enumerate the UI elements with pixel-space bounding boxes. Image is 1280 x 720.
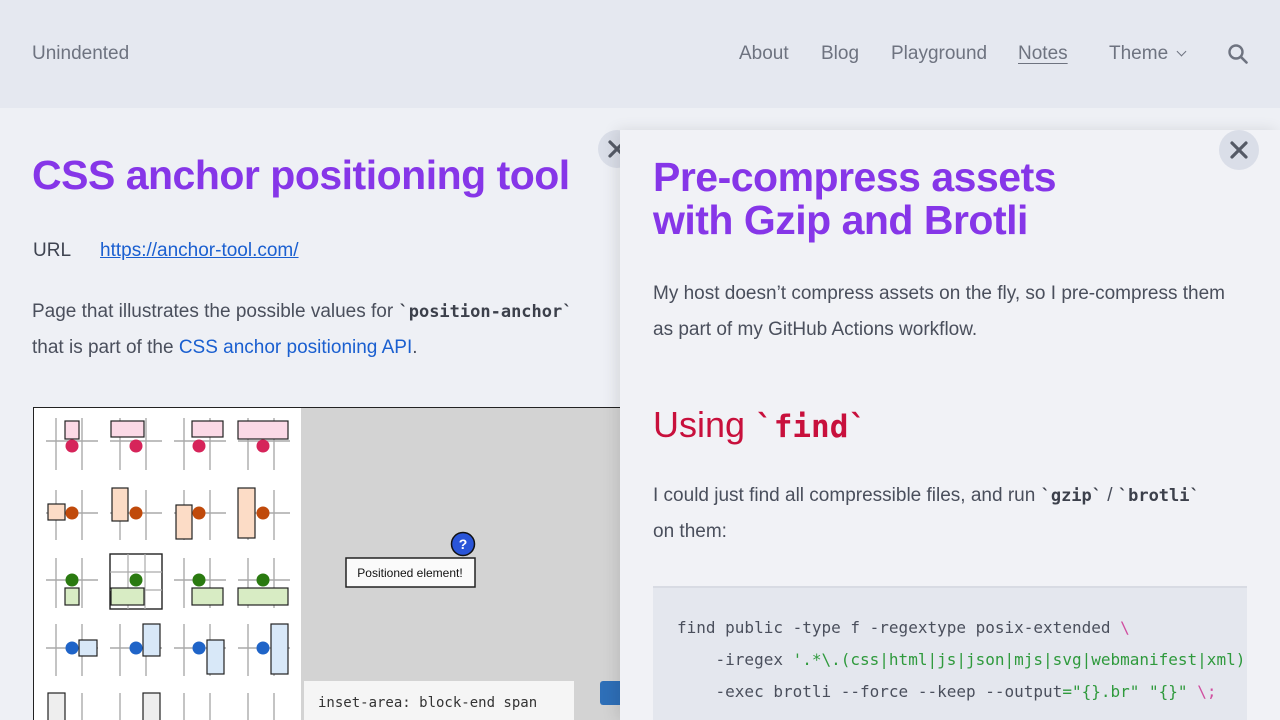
anchor-marker: ?: [459, 536, 468, 552]
preview-area: Positioned element! ?: [301, 408, 632, 720]
nav-blog[interactable]: Blog: [821, 43, 859, 65]
inset-area-grid-illustration: [46, 418, 290, 720]
chevron-down-icon: [1176, 46, 1187, 57]
url-link[interactable]: https://anchor-tool.com/: [100, 240, 299, 262]
close-note-button-right[interactable]: [1219, 130, 1259, 170]
api-link[interactable]: CSS anchor positioning API: [179, 337, 412, 358]
note-title: Pre-compress assets with Gzip and Brotli: [653, 154, 1057, 243]
note-panel-precompress: Pre-compress assets with Gzip and Brotli …: [620, 130, 1280, 720]
inline-code: `position-anchor`: [398, 302, 573, 322]
code-block: find public -type f -regextype posix-ext…: [653, 586, 1247, 720]
nav-playground[interactable]: Playground: [891, 43, 987, 65]
site-name-link[interactable]: Unindented: [32, 43, 129, 65]
url-label: URL: [33, 240, 72, 261]
note-panel-anchor-tool: CSS anchor positioning tool URL https://…: [0, 108, 640, 720]
positioned-preview: Positioned element! ?: [345, 531, 476, 588]
close-icon: [1230, 141, 1248, 159]
intro-paragraph: My host doesn’t compress assets on the f…: [653, 283, 1225, 340]
inset-area-code: inset-area: block-end span: [304, 681, 574, 720]
nav-about[interactable]: About: [739, 43, 789, 65]
site-header: Unindented About Blog Playground Notes T…: [0, 0, 1280, 108]
section-heading: Using `find`: [653, 404, 868, 445]
theme-dropdown[interactable]: Theme: [1109, 43, 1187, 65]
screenshot-image: Positioned element! ? inset-area: block-…: [33, 407, 633, 720]
nav-notes[interactable]: Notes: [1018, 43, 1068, 65]
description: Page that illustrates the possible value…: [32, 301, 573, 358]
search-icon[interactable]: [1228, 44, 1248, 64]
theme-label: Theme: [1109, 43, 1169, 64]
page-title: CSS anchor positioning tool: [32, 152, 570, 198]
body-paragraph: I could just find all compressible files…: [653, 485, 1200, 542]
positioned-element-label: Positioned element!: [357, 566, 462, 580]
